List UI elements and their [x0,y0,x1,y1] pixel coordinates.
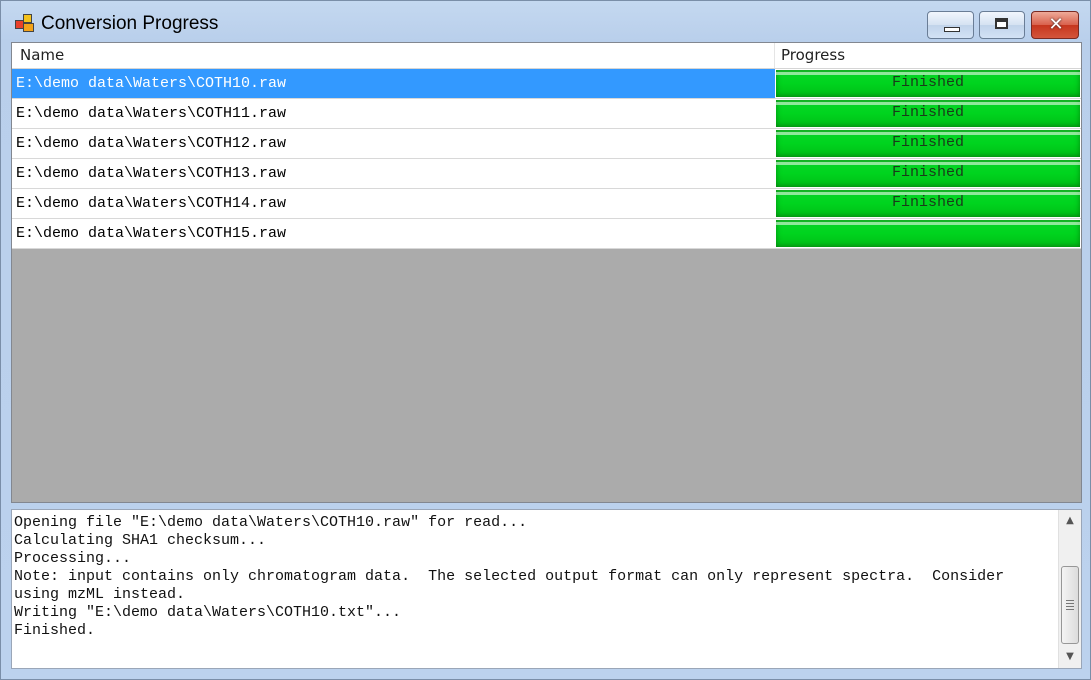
table-row[interactable]: E:\demo data\Waters\COTH13.raw Finished [12,159,1081,189]
log-text: Opening file "E:\demo data\Waters\COTH10… [14,514,1054,640]
table-row[interactable]: E:\demo data\Waters\COTH11.raw Finished [12,99,1081,129]
progress-status-text: Finished [891,194,964,211]
progress-status-text: Finished [891,74,964,91]
file-name-cell: E:\demo data\Waters\COTH15.raw [16,225,287,242]
close-button[interactable]: ✕ [1031,11,1079,39]
maximize-button[interactable] [979,11,1025,39]
progress-status-text: Finished [891,164,964,181]
window-title: Conversion Progress [41,13,219,34]
file-name-cell: E:\demo data\Waters\COTH11.raw [16,105,287,122]
log-output[interactable]: Opening file "E:\demo data\Waters\COTH10… [11,509,1082,669]
log-scrollbar[interactable]: ▲ ▼ [1058,510,1081,668]
table-row[interactable]: E:\demo data\Waters\COTH12.raw Finished [12,129,1081,159]
grip-line [1066,609,1074,610]
title-bar[interactable]: Conversion Progress ✕ [1,1,1090,41]
minimize-icon [944,27,960,32]
file-name-cell: E:\demo data\Waters\COTH10.raw [12,69,775,98]
log-line: using mzML instead. [14,586,186,603]
progress-status-text: Finished [891,134,964,151]
file-name-cell: E:\demo data\Waters\COTH14.raw [16,195,287,212]
column-header-progress[interactable]: Progress [775,43,1081,68]
progress-cell: Finished [776,160,1080,187]
list-header: Name Progress [12,43,1081,69]
file-name-cell: E:\demo data\Waters\COTH13.raw [16,165,287,182]
progress-cell: Finished [776,130,1080,157]
log-line: Calculating SHA1 checksum... [14,532,267,549]
column-header-name[interactable]: Name [12,43,775,68]
scroll-thumb[interactable] [1061,566,1079,644]
app-icon [15,14,35,32]
file-name-cell: E:\demo data\Waters\COTH12.raw [16,135,287,152]
progress-status-text [776,220,1080,247]
progress-cell: Finished [776,190,1080,217]
progress-status-text: Finished [891,104,964,121]
scroll-down-icon[interactable]: ▼ [1059,648,1081,666]
table-row[interactable]: E:\demo data\Waters\COTH14.raw Finished [12,189,1081,219]
table-row[interactable]: E:\demo data\Waters\COTH10.raw Finished [12,69,1081,99]
progress-cell [776,220,1080,247]
close-icon: ✕ [1048,14,1064,35]
file-list[interactable]: Name Progress E:\demo data\Waters\COTH10… [11,42,1082,503]
log-line: Note: input contains only chromatogram d… [14,568,1005,585]
table-row[interactable]: E:\demo data\Waters\COTH15.raw [12,219,1081,249]
log-line: Opening file "E:\demo data\Waters\COTH10… [14,514,528,531]
progress-cell: Finished [776,70,1080,97]
log-line: Finished. [14,622,96,639]
minimize-button[interactable] [927,11,974,39]
conversion-progress-window: Conversion Progress ✕ Name Progress E:\d… [0,0,1091,680]
grip-line [1066,603,1074,604]
grip-line [1066,600,1074,601]
log-line: Writing "E:\demo data\Waters\COTH10.txt"… [14,604,402,621]
maximize-icon [995,18,1008,29]
progress-cell: Finished [776,100,1080,127]
scroll-up-icon[interactable]: ▲ [1059,512,1081,530]
grip-line [1066,606,1074,607]
log-line: Processing... [14,550,132,567]
